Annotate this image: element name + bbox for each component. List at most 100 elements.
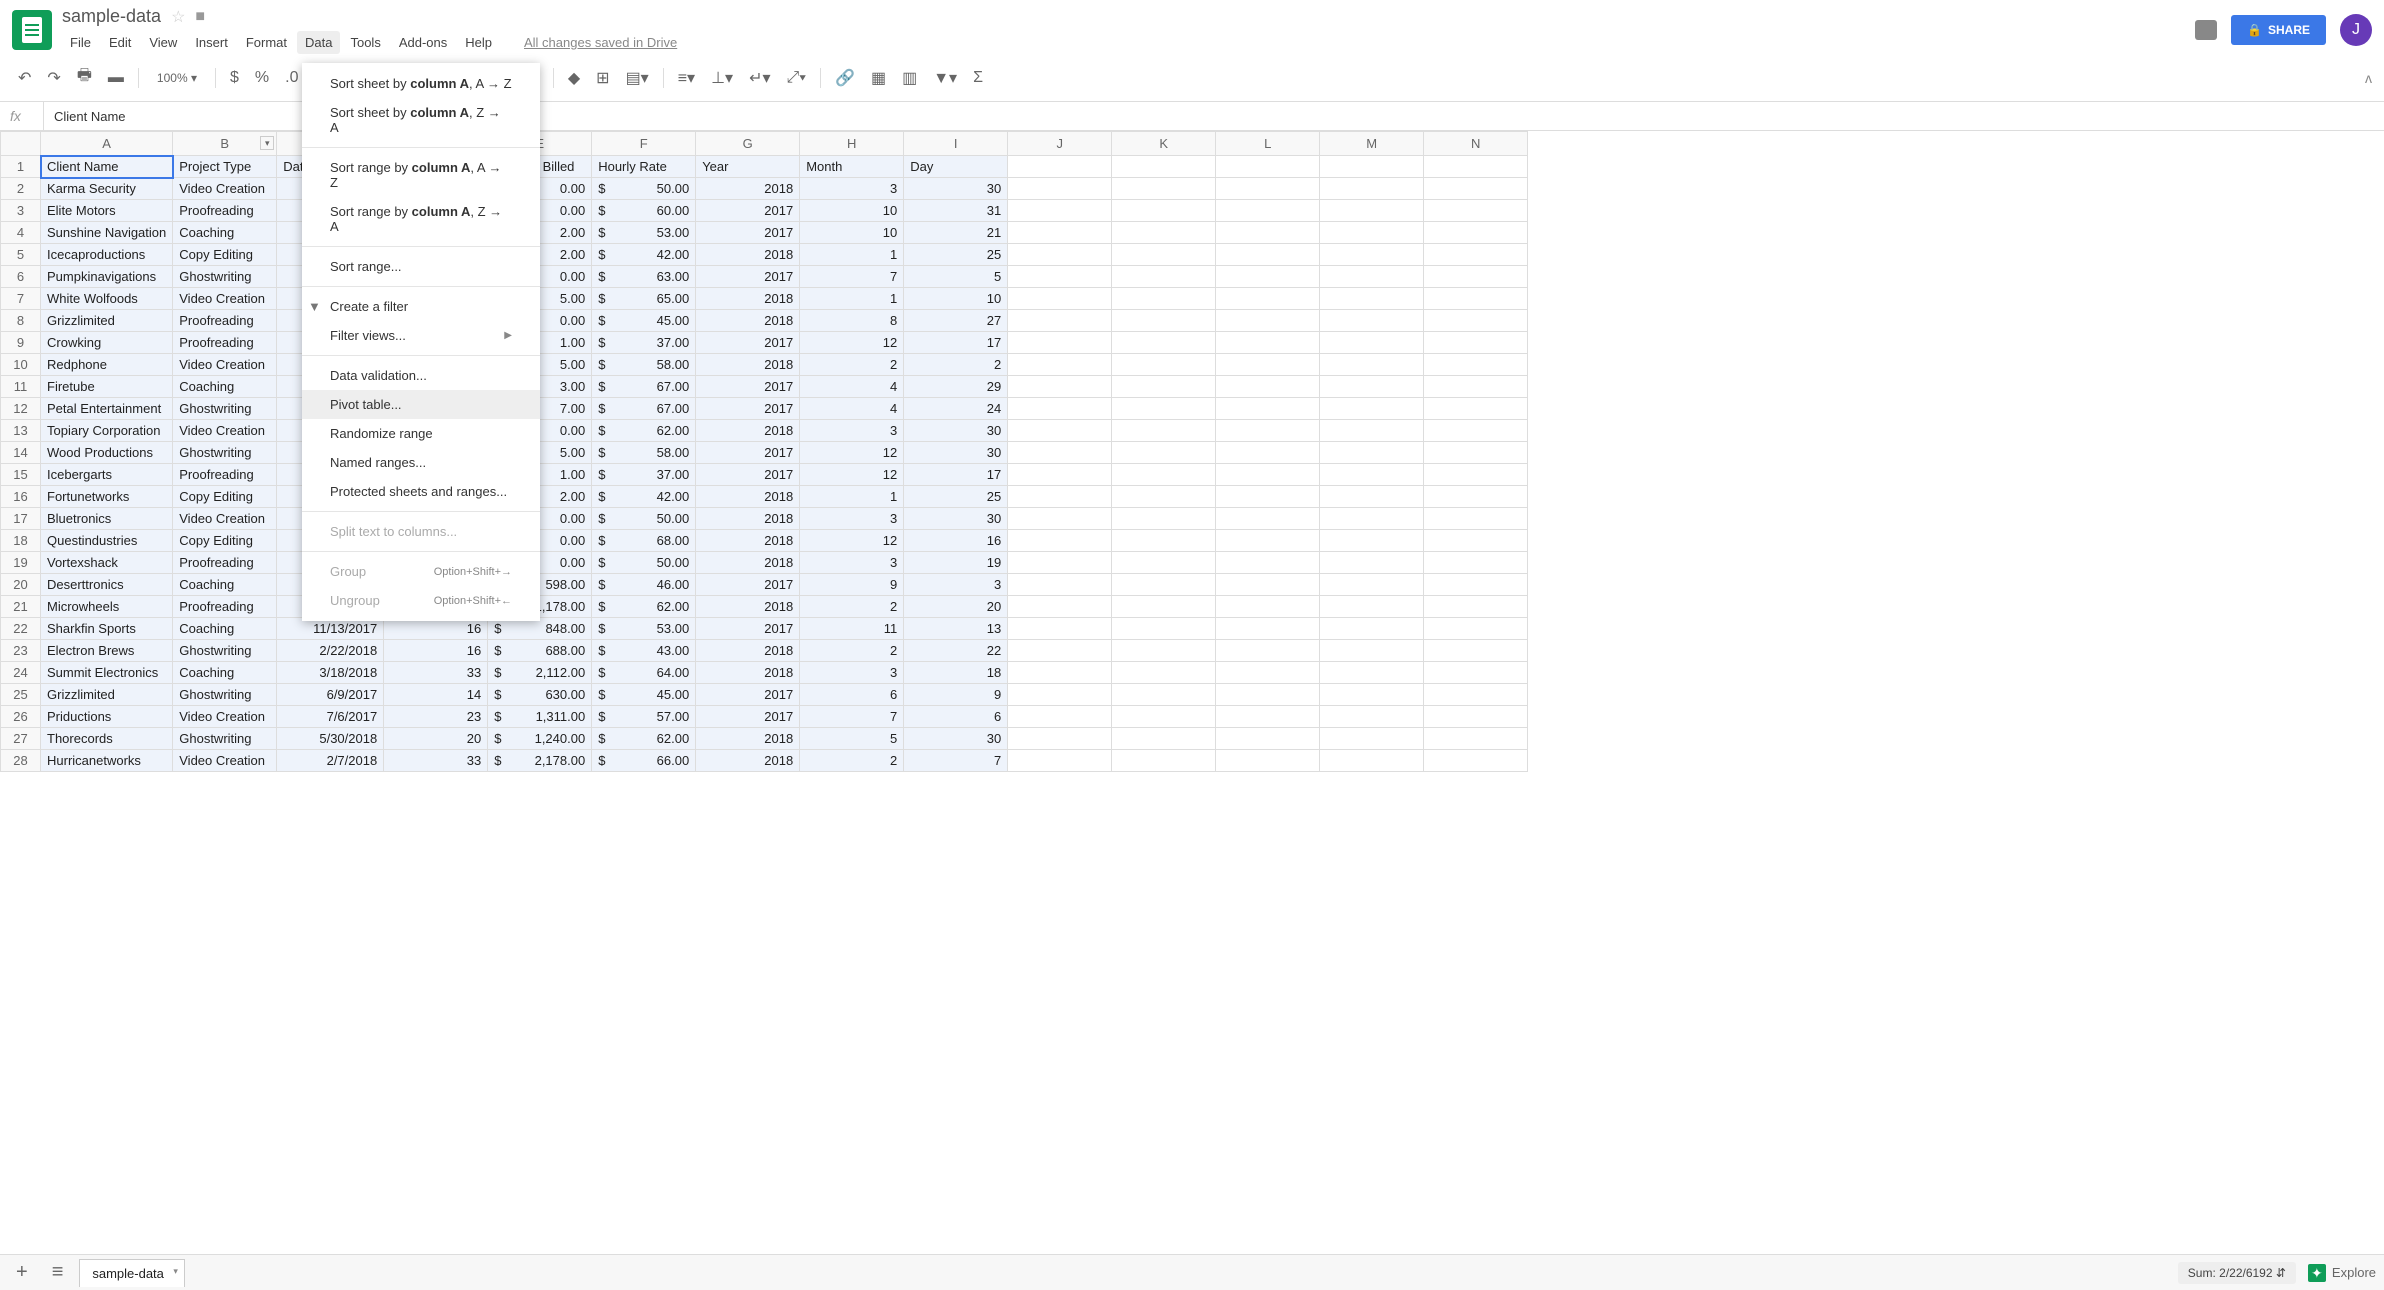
cell[interactable]: 21 <box>904 222 1008 244</box>
cell[interactable]: $62.00 <box>592 596 696 618</box>
cell[interactable] <box>1008 200 1112 222</box>
cell[interactable]: Video Creation <box>173 354 277 376</box>
cell[interactable]: 30 <box>904 508 1008 530</box>
menu-sort-sheet-az[interactable]: Sort sheet by column A, A → Z <box>302 69 540 98</box>
cell[interactable]: Proofreading <box>173 200 277 222</box>
cell[interactable]: 12 <box>800 332 904 354</box>
sum-display[interactable]: Sum: 2/22/6192 ⇵ <box>2178 1262 2296 1284</box>
cell[interactable]: Grizzlimited <box>41 310 173 332</box>
cell[interactable]: $63.00 <box>592 266 696 288</box>
cell[interactable]: 2018 <box>696 662 800 684</box>
cell[interactable] <box>1320 398 1424 420</box>
cell[interactable]: 2018 <box>696 728 800 750</box>
row-header[interactable]: 5 <box>1 244 41 266</box>
cell[interactable] <box>1112 376 1216 398</box>
cell[interactable]: 3 <box>800 552 904 574</box>
cell[interactable] <box>1112 222 1216 244</box>
cell[interactable]: 23 <box>384 706 488 728</box>
cell[interactable]: 5 <box>904 266 1008 288</box>
cell[interactable]: Firetube <box>41 376 173 398</box>
cell[interactable] <box>1424 200 1528 222</box>
cell[interactable] <box>1112 420 1216 442</box>
cell[interactable]: $37.00 <box>592 332 696 354</box>
menu-protected-sheets[interactable]: Protected sheets and ranges... <box>302 477 540 506</box>
cell[interactable] <box>1112 552 1216 574</box>
cell[interactable]: 3 <box>800 508 904 530</box>
cell[interactable] <box>1008 618 1112 640</box>
cell[interactable]: Ghostwriting <box>173 266 277 288</box>
cell[interactable] <box>1216 178 1320 200</box>
cell[interactable] <box>1216 640 1320 662</box>
cell[interactable]: 30 <box>904 728 1008 750</box>
cell[interactable] <box>1216 750 1320 772</box>
cell[interactable]: 1 <box>800 486 904 508</box>
cell[interactable] <box>1424 288 1528 310</box>
menu-randomize-range[interactable]: Randomize range <box>302 419 540 448</box>
row-header[interactable]: 6 <box>1 266 41 288</box>
cell[interactable]: $66.00 <box>592 750 696 772</box>
cell[interactable]: $67.00 <box>592 398 696 420</box>
cell[interactable]: 2018 <box>696 288 800 310</box>
menu-sort-range-az[interactable]: Sort range by column A, A → Z <box>302 153 540 197</box>
cell[interactable]: Video Creation <box>173 288 277 310</box>
menu-pivot-table[interactable]: Pivot table... <box>302 390 540 419</box>
cell[interactable] <box>1008 376 1112 398</box>
cell[interactable]: Copy Editing <box>173 244 277 266</box>
cell[interactable] <box>1320 508 1424 530</box>
cell[interactable]: Coaching <box>173 662 277 684</box>
cell[interactable]: $53.00 <box>592 618 696 640</box>
cell[interactable]: 2018 <box>696 420 800 442</box>
cell[interactable]: Ghostwriting <box>173 640 277 662</box>
cell[interactable] <box>1320 486 1424 508</box>
row-header[interactable]: 21 <box>1 596 41 618</box>
cell[interactable] <box>1112 728 1216 750</box>
cell[interactable] <box>1112 640 1216 662</box>
cell[interactable]: 2018 <box>696 640 800 662</box>
cell[interactable] <box>1216 486 1320 508</box>
cell[interactable] <box>1424 398 1528 420</box>
cell[interactable]: 2017 <box>696 266 800 288</box>
cell[interactable]: $43.00 <box>592 640 696 662</box>
cell[interactable] <box>1216 508 1320 530</box>
row-header[interactable]: 10 <box>1 354 41 376</box>
cell[interactable] <box>1008 354 1112 376</box>
cell[interactable]: 2018 <box>696 750 800 772</box>
cell[interactable] <box>1216 354 1320 376</box>
row-header[interactable]: 11 <box>1 376 41 398</box>
cell[interactable] <box>1008 662 1112 684</box>
cell[interactable] <box>1320 750 1424 772</box>
cell[interactable]: 8 <box>800 310 904 332</box>
cell[interactable]: 7/6/2017 <box>277 706 384 728</box>
cell[interactable]: 20 <box>904 596 1008 618</box>
cell[interactable]: Fortunetworks <box>41 486 173 508</box>
cell[interactable] <box>1424 728 1528 750</box>
cell[interactable]: 31 <box>904 200 1008 222</box>
cell[interactable] <box>1008 244 1112 266</box>
cell[interactable]: $630.00 <box>488 684 592 706</box>
cell[interactable] <box>1008 156 1112 178</box>
cell[interactable] <box>1216 288 1320 310</box>
decrease-decimal-button[interactable]: .0 <box>279 65 304 91</box>
column-header-L[interactable]: L <box>1216 132 1320 156</box>
cell[interactable] <box>1424 684 1528 706</box>
cell[interactable]: Karma Security <box>41 178 173 200</box>
cell[interactable]: Ghostwriting <box>173 442 277 464</box>
cell[interactable]: 2017 <box>696 332 800 354</box>
cell[interactable]: 4 <box>800 398 904 420</box>
text-rotate-button[interactable]: ⤢▾ <box>781 65 813 91</box>
cell[interactable]: Wood Productions <box>41 442 173 464</box>
row-header[interactable]: 15 <box>1 464 41 486</box>
cell[interactable] <box>1320 662 1424 684</box>
cell[interactable]: 9 <box>904 684 1008 706</box>
borders-button[interactable]: ⊞ <box>590 64 615 92</box>
cell[interactable] <box>1320 728 1424 750</box>
cell[interactable] <box>1008 530 1112 552</box>
cell[interactable] <box>1424 574 1528 596</box>
row-header[interactable]: 22 <box>1 618 41 640</box>
menu-edit[interactable]: Edit <box>101 31 139 54</box>
cell[interactable]: 19 <box>904 552 1008 574</box>
cell[interactable]: 2 <box>904 354 1008 376</box>
cell[interactable]: Video Creation <box>173 178 277 200</box>
functions-button[interactable]: Σ <box>967 65 989 91</box>
cell[interactable]: $2,178.00 <box>488 750 592 772</box>
